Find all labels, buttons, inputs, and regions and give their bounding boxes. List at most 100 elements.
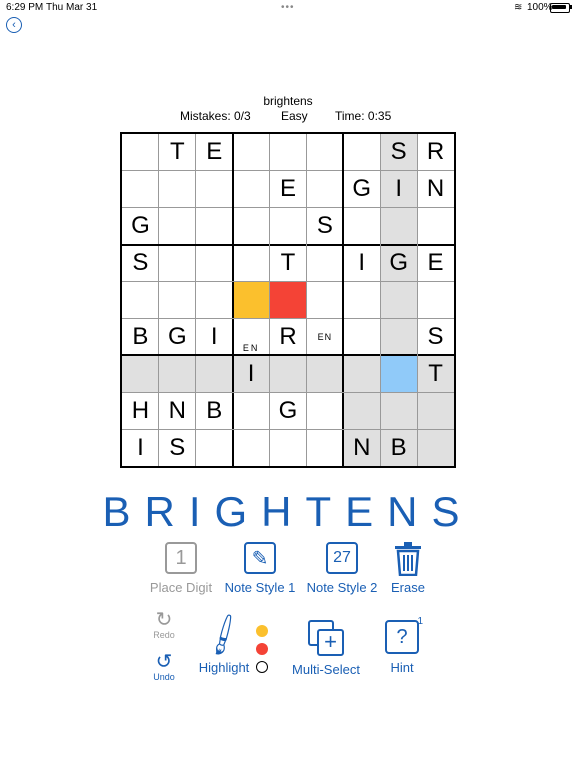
grid-cell[interactable]: EN [306,318,343,355]
grid-cell[interactable] [159,282,196,319]
grid-cell[interactable] [196,208,233,245]
grid-cell[interactable] [380,355,418,393]
place-digit-button[interactable]: 1 Place Digit [146,542,216,595]
grid-cell[interactable] [417,429,454,466]
grid-cell[interactable]: S [159,429,196,466]
grid-cell[interactable]: T [159,134,196,171]
grid-cell[interactable] [122,355,159,393]
grid-cell[interactable]: G [122,208,159,245]
grid-cell[interactable]: E [270,171,307,208]
grid-cell[interactable]: G [380,244,418,282]
grid-cell[interactable] [343,282,380,319]
back-icon[interactable]: ‹ [6,17,22,33]
grid-cell[interactable]: T [270,245,307,282]
grid-cell[interactable]: G [343,171,380,208]
grid-cell[interactable] [417,208,454,245]
grid-cell[interactable]: S [306,208,343,245]
grid-cell[interactable] [306,134,343,171]
grid-cell[interactable] [380,207,418,245]
grid-cell[interactable] [233,245,270,282]
grid-cell[interactable] [196,282,233,319]
grid-cell[interactable] [270,208,307,245]
grid-cell[interactable] [306,171,343,208]
grid-cell[interactable]: S [417,318,454,355]
grid-cell[interactable]: N [343,429,381,466]
grid-cell[interactable]: H [122,392,159,429]
grid-cell[interactable] [343,208,380,245]
grid-cell[interactable]: S [380,134,418,171]
grid-cell[interactable]: N [417,171,454,208]
grid-cell[interactable]: T [417,355,454,393]
grid-cell[interactable]: EN [233,318,270,355]
grid-cell[interactable] [343,392,381,430]
grid-cell[interactable] [343,134,380,171]
grid-cell[interactable] [417,282,454,319]
grid-cell[interactable]: B [380,429,418,466]
grid-cell[interactable] [380,392,418,430]
grid-cell[interactable] [269,355,307,393]
grid-cell[interactable] [158,355,196,393]
note-style-1-button[interactable]: ✎ Note Style 1 [222,542,298,595]
grid-cell[interactable]: R [417,134,454,171]
grid-cell[interactable] [159,245,196,282]
grid-cell[interactable]: N [159,392,196,429]
undo-button[interactable]: ↺ Undo [146,652,182,682]
grid-cell[interactable]: B [196,392,233,429]
hint-button[interactable]: ? 1 Hint [380,616,424,675]
grid-cell[interactable] [233,392,270,429]
erase-button[interactable]: Erase [386,542,430,595]
grid-cell[interactable] [343,318,380,355]
grid-cell[interactable]: I [196,318,233,355]
grid-cell[interactable] [196,429,233,466]
grid-cell[interactable] [270,134,307,171]
highlight-clear-swatch[interactable] [256,661,268,673]
grid-cell[interactable] [122,134,159,171]
grid-cell[interactable] [417,392,454,430]
grid-cell[interactable] [196,245,233,282]
highlight-yellow-swatch[interactable] [256,625,268,637]
grid-cell[interactable] [306,429,343,466]
grid-cell[interactable] [159,171,196,208]
highlight-button[interactable]: 🖌︎ Highlight [194,612,254,675]
grid-cell[interactable] [343,355,381,393]
grid-cell[interactable]: G [159,318,196,355]
redo-arrow-icon: ↻ [155,609,173,631]
sudoku-grid[interactable]: T E S R E G I N G S S T I G E B G I EN R EN S I T H N B G I S N B [120,132,456,468]
multi-select-button[interactable]: + Multi-Select [288,620,364,677]
grid-cell[interactable] [196,171,233,208]
grid-cell[interactable] [233,208,270,245]
grid-cell[interactable]: R [270,318,307,355]
pencil-square-icon: ✎ [244,542,276,574]
grid-cell[interactable]: I [232,355,270,393]
grid-cell[interactable] [232,281,270,319]
paintbrush-icon: 🖌︎ [199,611,249,660]
grid-cell[interactable] [306,245,343,282]
multitask-dots-icon[interactable]: ••• [281,2,295,13]
timer: Time: 0:35 [335,109,392,123]
grid-cell[interactable] [159,208,196,245]
grid-cell[interactable]: E [196,134,233,171]
grid-cell[interactable]: G [270,392,307,429]
grid-cell[interactable]: E [417,245,454,282]
grid-cell[interactable]: I [380,170,418,208]
grid-cell[interactable] [233,429,270,466]
grid-cell[interactable] [122,171,159,208]
grid-cell[interactable] [270,429,307,466]
grid-cell[interactable]: B [122,318,159,355]
grid-cell[interactable] [380,318,418,356]
grid-cell[interactable] [306,392,343,429]
redo-button[interactable]: ↻ Redo [146,610,182,640]
grid-cell[interactable] [269,281,307,319]
grid-cell[interactable] [380,281,418,319]
grid-cell[interactable]: S [122,245,159,282]
note-style-2-button[interactable]: 27 Note Style 2 [304,542,380,595]
grid-cell[interactable] [233,171,270,208]
highlight-red-swatch[interactable] [256,643,268,655]
grid-cell[interactable] [233,134,270,171]
grid-cell[interactable] [195,355,233,393]
grid-cell[interactable]: I [343,245,380,282]
grid-cell[interactable]: I [122,429,159,466]
grid-cell[interactable] [306,282,343,319]
grid-cell[interactable] [122,282,159,319]
grid-cell[interactable] [306,355,344,393]
